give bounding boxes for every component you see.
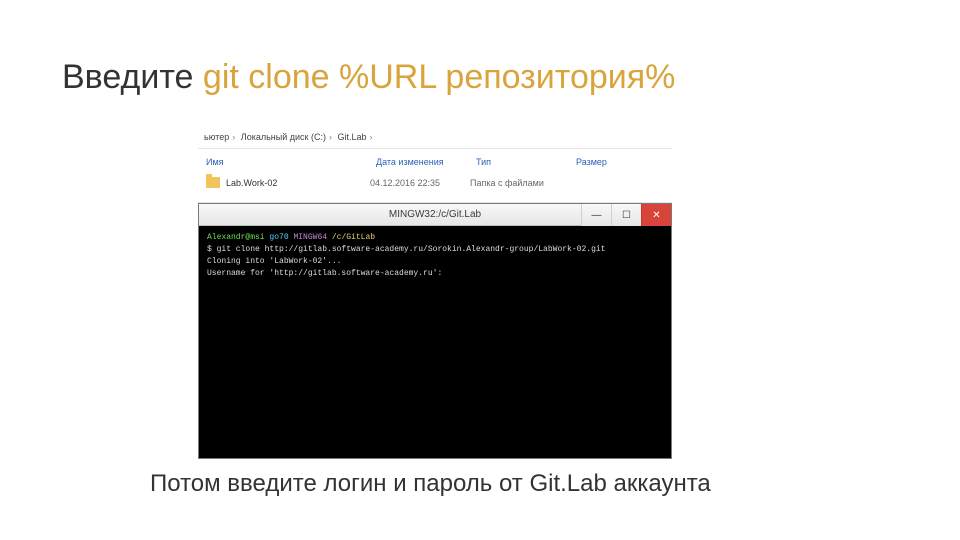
chevron-right-icon: › [229,132,238,142]
folder-icon [206,177,220,188]
slide: Введите git clone %URL репозитория% ьюте… [0,0,960,540]
slide-title: Введите git clone %URL репозитория% [62,58,675,97]
column-header-type: Тип [476,157,576,167]
column-header-size: Размер [576,157,636,167]
breadcrumb-segment: ьютер [204,132,229,142]
close-button[interactable]: ✕ [641,204,671,226]
title-prefix: Введите [62,58,203,96]
window-controls: — ☐ ✕ [581,204,671,226]
terminal-output: Cloning into 'LabWork-02'... [207,257,341,266]
maximize-button[interactable]: ☐ [611,204,641,226]
prompt-path: /c/GitLab [332,233,375,242]
column-header-date: Дата изменения [376,157,476,167]
prompt-user: Alexandr@msi [207,233,265,242]
prompt-host: go70 [269,233,288,242]
table-row: Lab.Work-02 04.12.2016 22:35 Папка с фай… [198,171,672,203]
breadcrumb-segment: Git.Lab [337,132,366,142]
terminal-window: MINGW32:/c/Git.Lab — ☐ ✕ Alexandr@msi go… [198,203,672,459]
chevron-right-icon: › [367,132,376,142]
row-type: Папка с файлами [470,178,570,188]
column-header-name: Имя [206,157,376,167]
explorer-window: ьютер› Локальный диск (C:)› Git.Lab› Имя… [198,128,672,203]
breadcrumb: ьютер› Локальный диск (C:)› Git.Lab› [198,128,672,149]
title-highlight: git clone %URL репозитория% [203,58,676,96]
breadcrumb-segment: Локальный диск (C:) [241,132,326,142]
terminal-titlebar: MINGW32:/c/Git.Lab — ☐ ✕ [199,204,671,226]
chevron-right-icon: › [326,132,335,142]
footer-text: Потом введите логин и пароль от Git.Lab … [150,470,711,498]
prompt-sys: MINGW64 [293,233,327,242]
row-date: 04.12.2016 22:35 [370,178,470,188]
terminal-output: Username for 'http://gitlab.software-aca… [207,269,442,278]
terminal-body: Alexandr@msi go70 MINGW64 /c/GitLab $ gi… [199,226,671,458]
screenshot-composite: ьютер› Локальный диск (C:)› Git.Lab› Имя… [198,128,672,459]
terminal-command: $ git clone http://gitlab.software-acade… [207,245,605,254]
row-name: Lab.Work-02 [226,178,277,188]
explorer-column-headers: Имя Дата изменения Тип Размер [198,149,672,171]
minimize-button[interactable]: — [581,204,611,226]
